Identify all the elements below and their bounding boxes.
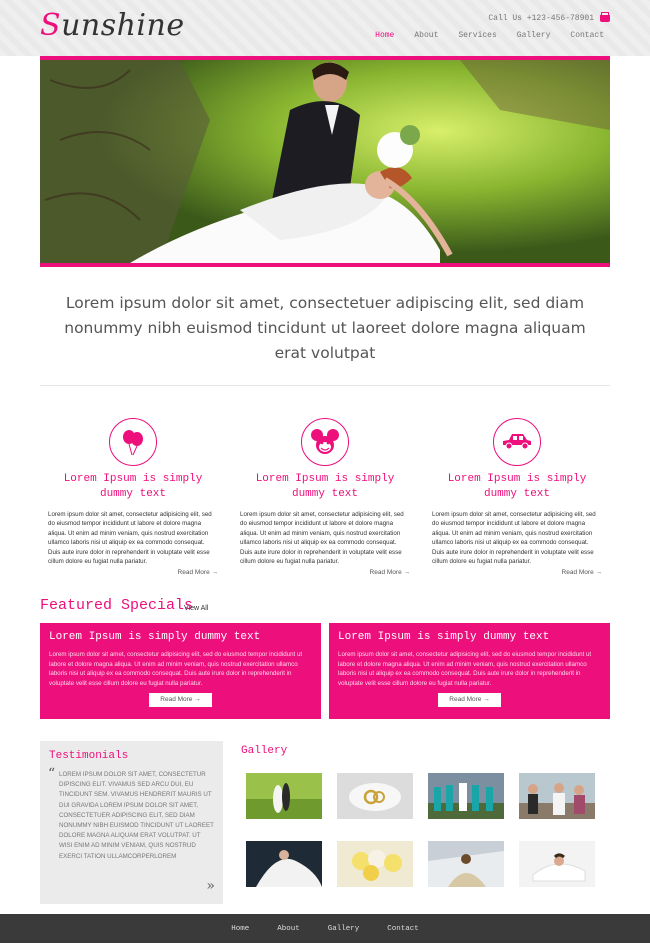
gallery-thumbnail[interactable] — [337, 773, 413, 819]
nav-services[interactable]: Services — [448, 31, 506, 40]
feature-column: Lorem Ipsum is simply dummy text Lorem i… — [432, 418, 602, 576]
gallery-title: Gallery — [241, 745, 288, 757]
special-card: Lorem Ipsum is simply dummy text Lorem i… — [40, 623, 321, 719]
gallery-thumbnail[interactable] — [428, 773, 504, 819]
special-title: Lorem Ipsum is simply dummy text — [338, 631, 550, 643]
read-more-button[interactable]: Read More → — [438, 693, 501, 707]
site-header: Sunshine Call Us +123-456-78901 Home Abo… — [0, 0, 650, 56]
gallery-thumbnail[interactable] — [246, 773, 322, 819]
nav-gallery[interactable]: Gallery — [507, 31, 561, 40]
site-footer: Home About Gallery Contact — [0, 914, 650, 943]
site-logo[interactable]: Sunshine — [40, 8, 185, 43]
feature-text: Lorem ipsum dolor sit amet, consectetur … — [48, 511, 212, 566]
close-quote-icon: » — [206, 878, 215, 894]
read-more-button[interactable]: Read More → — [149, 693, 212, 707]
featured-specials-title: Featured Specials — [40, 597, 194, 614]
special-title: Lorem Ipsum is simply dummy text — [49, 631, 261, 643]
feature-column: Lorem Ipsum is simply dummy text Lorem i… — [240, 418, 410, 576]
call-us: Call Us +123-456-78901 — [488, 12, 610, 23]
nav-contact[interactable]: Contact — [560, 31, 614, 40]
gallery-thumbnail[interactable] — [519, 841, 595, 887]
special-card: Lorem Ipsum is simply dummy text Lorem i… — [329, 623, 610, 719]
car-icon — [493, 418, 541, 466]
footer-nav-contact[interactable]: Contact — [373, 925, 433, 933]
footer-nav-home[interactable]: Home — [217, 925, 263, 933]
gallery-thumbnail[interactable] — [428, 841, 504, 887]
feature-column: Lorem Ipsum is simply dummy text Lorem i… — [48, 418, 218, 576]
main-nav: Home About Services Gallery Contact — [365, 31, 614, 40]
open-quote-icon: “ — [48, 766, 56, 782]
footer-nav-gallery[interactable]: Gallery — [314, 925, 374, 933]
feature-text: Lorem ipsum dolor sit amet, consectetur … — [432, 511, 596, 566]
view-all-link[interactable]: View All — [184, 605, 208, 612]
special-text: Lorem ipsum dolor sit amet, consectetur … — [49, 651, 303, 687]
read-more-link[interactable]: Read More → — [432, 569, 602, 576]
special-text: Lorem ipsum dolor sit amet, consectetur … — [338, 651, 592, 687]
feature-title: Lorem Ipsum is simply dummy text — [255, 473, 395, 500]
testimonials-title: Testimonials — [49, 750, 129, 762]
testimonial-text: LOREM IPSUM DOLOR SIT AMET, CONSECTETUR … — [59, 771, 214, 860]
mouse-icon — [301, 418, 349, 466]
read-more-link[interactable]: Read More → — [48, 569, 218, 576]
nav-about[interactable]: About — [404, 31, 448, 40]
divider — [40, 385, 610, 386]
testimonials-box: Testimonials “ LOREM IPSUM DOLOR SIT AME… — [40, 741, 223, 904]
feature-title: Lorem Ipsum is simply dummy text — [63, 473, 203, 500]
nav-home[interactable]: Home — [365, 31, 404, 40]
gallery-thumbnail[interactable] — [246, 841, 322, 887]
feature-title: Lorem Ipsum is simply dummy text — [447, 473, 587, 500]
lead-text: Lorem ipsum dolor sit amet, consectetuer… — [64, 294, 586, 362]
feature-text: Lorem ipsum dolor sit amet, consectetur … — [240, 511, 404, 566]
gallery-thumbnail[interactable] — [337, 841, 413, 887]
hero-bottom-border — [40, 263, 610, 267]
balloons-icon — [109, 418, 157, 466]
hero-image — [40, 60, 610, 263]
footer-nav-about[interactable]: About — [263, 925, 314, 933]
cart-icon[interactable] — [600, 12, 610, 22]
read-more-link[interactable]: Read More → — [240, 569, 410, 576]
gallery-thumbnail[interactable] — [519, 773, 595, 819]
call-us-text: Call Us +123-456-78901 — [488, 14, 594, 23]
